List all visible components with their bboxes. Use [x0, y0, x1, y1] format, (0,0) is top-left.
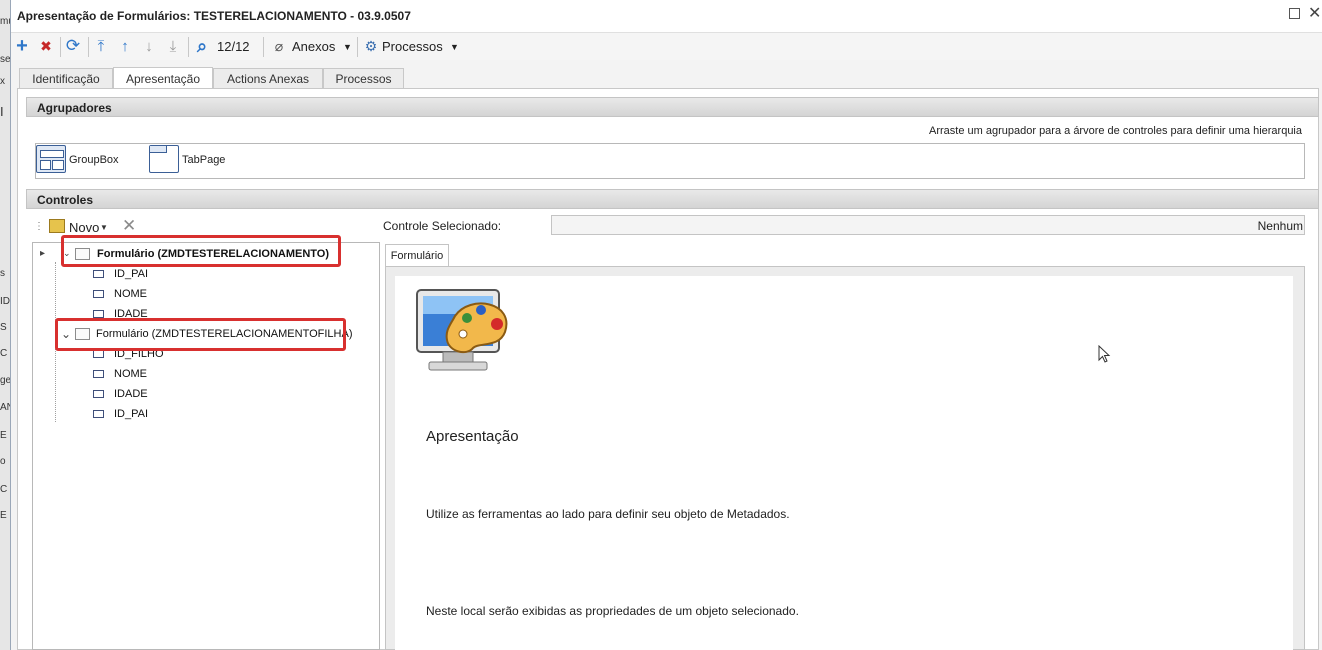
record-counter: 12/12 — [217, 39, 250, 54]
tab-formulario[interactable]: Formulário — [385, 244, 449, 266]
window-title: Apresentação de Formulários: TESTERELACI… — [17, 9, 411, 23]
field-icon — [93, 310, 104, 318]
bg-text: o — [0, 456, 6, 467]
last-record-icon[interactable]: ⤓ — [164, 35, 182, 57]
new-control-icon[interactable] — [49, 219, 65, 233]
first-record-icon[interactable]: ⤒ — [92, 35, 110, 57]
tree-field-node[interactable]: IDADE — [114, 388, 148, 400]
chevron-down-icon[interactable]: ▼ — [343, 42, 352, 52]
add-icon[interactable]: + — [13, 35, 31, 57]
refresh-icon[interactable]: ⟳ — [63, 35, 83, 57]
bg-text: AN — [0, 402, 10, 413]
paperclip-icon[interactable]: ⌀ — [272, 35, 286, 57]
groupbox-item[interactable]: GroupBox — [69, 154, 119, 166]
bg-text: ID — [0, 296, 10, 307]
toolbar: + ✖ ⟳ ⤒ ↑ ↓ ⤓ ⌕ 12/12 ⌀ Anexos ▼ ⚙ Proce… — [11, 33, 1322, 60]
bg-text: x — [0, 76, 5, 87]
tab-apresentacao[interactable]: Apresentação — [113, 67, 213, 89]
delete-icon[interactable]: ✖ — [37, 35, 55, 57]
toolbar-separator — [88, 37, 89, 57]
toolbar-separator — [60, 37, 61, 57]
close-button[interactable]: ✕ — [1308, 3, 1321, 23]
presentation-description: Utilize as ferramentas ao lado para defi… — [426, 507, 790, 521]
chevron-down-icon[interactable]: ▼ — [100, 223, 108, 232]
presentation-title: Apresentação — [426, 428, 519, 445]
field-icon — [93, 350, 104, 358]
selected-control-label: Controle Selecionado: — [383, 219, 502, 233]
toolbar-separator — [357, 37, 358, 57]
toolbar-separator — [188, 37, 189, 57]
field-icon — [93, 290, 104, 298]
toolbar-separator — [263, 37, 264, 57]
tree-field-node[interactable]: NOME — [114, 288, 147, 300]
presentation-palette-icon — [416, 289, 508, 371]
highlight-box — [61, 235, 341, 267]
field-icon — [93, 410, 104, 418]
processes-menu[interactable]: Processos — [382, 39, 443, 54]
mouse-cursor-icon — [1098, 345, 1111, 363]
highlight-box — [55, 318, 346, 351]
bg-text: C — [0, 348, 8, 359]
properties-content — [395, 276, 1293, 650]
tab-identificacao[interactable]: Identificação — [19, 68, 113, 88]
delete-control-icon[interactable]: ✕ — [122, 216, 136, 236]
tab-actions-anexas[interactable]: Actions Anexas — [213, 68, 323, 88]
tree-field-node[interactable]: ID_PAI — [114, 408, 148, 420]
agrupadores-hint: Arraste um agrupador para a árvore de co… — [929, 125, 1302, 137]
bg-text: se — [0, 54, 10, 65]
controls-tree — [32, 242, 380, 650]
tab-processos[interactable]: Processos — [323, 68, 404, 88]
selected-control-value: Nenhum — [1257, 219, 1303, 233]
agrupadores-palette — [35, 143, 1305, 179]
bg-text: I — [0, 104, 4, 119]
bg-text: mu — [0, 16, 10, 27]
tree-field-node[interactable]: NOME — [114, 368, 147, 380]
bg-text: E — [0, 430, 7, 441]
bg-text: C — [0, 484, 8, 495]
bg-text: ge — [0, 375, 10, 386]
previous-record-icon[interactable]: ↑ — [116, 35, 134, 57]
search-icon[interactable]: ⌕ — [192, 35, 212, 57]
field-icon — [93, 390, 104, 398]
presentation-window: Apresentação de Formulários: TESTERELACI… — [10, 0, 1322, 650]
bg-text: S — [0, 322, 7, 333]
bg-text: s — [0, 268, 5, 279]
controles-header: Controles — [26, 189, 1319, 209]
maximize-button[interactable] — [1289, 8, 1300, 19]
chevron-down-icon[interactable]: ▼ — [450, 42, 459, 52]
tabpage-item[interactable]: TabPage — [182, 154, 225, 166]
groupbox-icon[interactable] — [36, 145, 66, 173]
expand-icon[interactable]: ▸ — [40, 248, 45, 259]
presentation-description: Neste local serão exibidas as propriedad… — [426, 604, 799, 618]
title-bar: Apresentação de Formulários: TESTERELACI… — [11, 0, 1322, 33]
tabpage-icon[interactable] — [149, 145, 179, 173]
tree-field-node[interactable]: ID_PAI — [114, 268, 148, 280]
new-control-button[interactable]: Novo — [69, 220, 99, 235]
field-icon — [93, 270, 104, 278]
field-icon — [93, 370, 104, 378]
next-record-icon[interactable]: ↓ — [140, 35, 158, 57]
gear-icon[interactable]: ⚙ — [363, 35, 379, 57]
agrupadores-header: Agrupadores — [26, 97, 1319, 117]
attachments-menu[interactable]: Anexos — [292, 39, 335, 54]
bg-text: E — [0, 510, 7, 521]
toolbar-grip: ⋮ — [34, 221, 44, 232]
